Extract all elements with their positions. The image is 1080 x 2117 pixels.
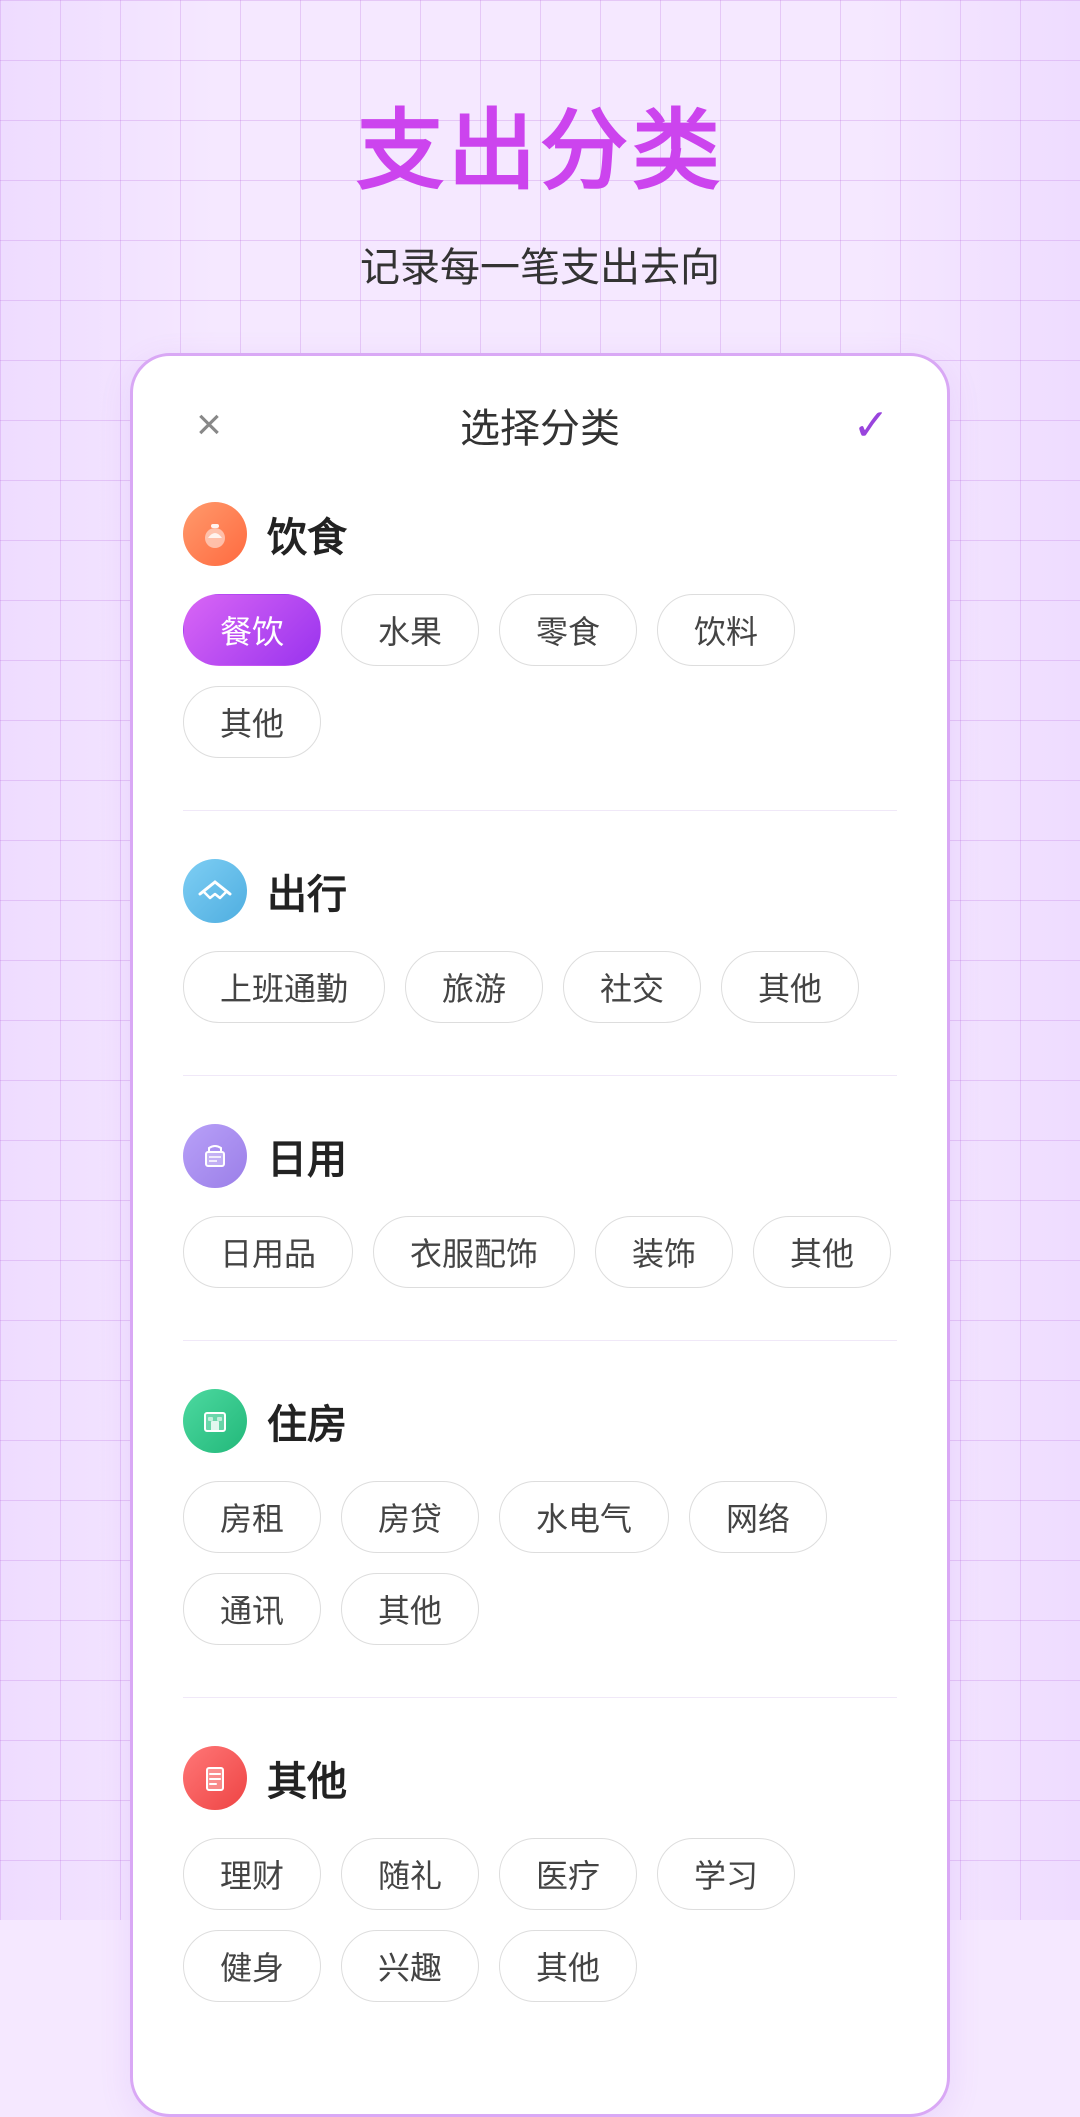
divider-1 xyxy=(183,810,897,811)
divider-4 xyxy=(183,1697,897,1698)
tag-internet[interactable]: 网络 xyxy=(689,1481,827,1553)
tag-telecom[interactable]: 通讯 xyxy=(183,1573,321,1645)
food-tags: 餐饮 水果 零食 饮料 其他 xyxy=(183,594,897,758)
other-tags: 理财 随礼 医疗 学习 健身 兴趣 其他 xyxy=(183,1838,897,2002)
tag-lingshi[interactable]: 零食 xyxy=(499,594,637,666)
travel-tags: 上班通勤 旅游 社交 其他 xyxy=(183,951,897,1023)
section-daily-header: 日用 xyxy=(183,1124,897,1188)
tag-clothing[interactable]: 衣服配饰 xyxy=(373,1216,575,1288)
tag-shuiguo[interactable]: 水果 xyxy=(341,594,479,666)
tag-gifts[interactable]: 随礼 xyxy=(341,1838,479,1910)
travel-icon xyxy=(183,859,247,923)
tag-finance[interactable]: 理财 xyxy=(183,1838,321,1910)
section-food-header: 饮食 xyxy=(183,502,897,566)
section-other-header: 其他 xyxy=(183,1746,897,1810)
category-card: × 选择分类 ✓ 饮食 餐饮 水果 零食 饮料 xyxy=(130,353,950,2117)
tag-yinliao[interactable]: 饮料 xyxy=(657,594,795,666)
tag-utilities[interactable]: 水电气 xyxy=(499,1481,669,1553)
tag-other-other[interactable]: 其他 xyxy=(499,1930,637,2002)
tag-canyin[interactable]: 餐饮 xyxy=(183,594,321,666)
section-travel: 出行 上班通勤 旅游 社交 其他 xyxy=(183,859,897,1023)
card-title: 选择分类 xyxy=(460,396,620,454)
housing-title: 住房 xyxy=(267,1392,347,1450)
tag-social[interactable]: 社交 xyxy=(563,951,701,1023)
divider-3 xyxy=(183,1340,897,1341)
page-subtitle: 记录每一笔支出去向 xyxy=(360,235,720,293)
food-icon xyxy=(183,502,247,566)
daily-title: 日用 xyxy=(267,1127,347,1185)
travel-title: 出行 xyxy=(267,862,347,920)
other-title: 其他 xyxy=(267,1749,347,1807)
tag-travel-other[interactable]: 其他 xyxy=(721,951,859,1023)
tag-daily-other[interactable]: 其他 xyxy=(753,1216,891,1288)
other-icon xyxy=(183,1746,247,1810)
tag-commute[interactable]: 上班通勤 xyxy=(183,951,385,1023)
section-housing-header: 住房 xyxy=(183,1389,897,1453)
tag-daily-goods[interactable]: 日用品 xyxy=(183,1216,353,1288)
tag-rent[interactable]: 房租 xyxy=(183,1481,321,1553)
daily-tags: 日用品 衣服配饰 装饰 其他 xyxy=(183,1216,897,1288)
section-travel-header: 出行 xyxy=(183,859,897,923)
tag-medical[interactable]: 医疗 xyxy=(499,1838,637,1910)
tag-housing-other[interactable]: 其他 xyxy=(341,1573,479,1645)
section-daily: 日用 日用品 衣服配饰 装饰 其他 xyxy=(183,1124,897,1288)
tag-tourism[interactable]: 旅游 xyxy=(405,951,543,1023)
section-other: 其他 理财 随礼 医疗 学习 健身 兴趣 其他 xyxy=(183,1746,897,2002)
housing-icon xyxy=(183,1389,247,1453)
daily-icon xyxy=(183,1124,247,1188)
tag-fitness[interactable]: 健身 xyxy=(183,1930,321,2002)
tag-mortgage[interactable]: 房贷 xyxy=(341,1481,479,1553)
tag-hobbies[interactable]: 兴趣 xyxy=(341,1930,479,2002)
tag-decor[interactable]: 装饰 xyxy=(595,1216,733,1288)
page-title: 支出分类 xyxy=(356,80,724,207)
tag-education[interactable]: 学习 xyxy=(657,1838,795,1910)
close-button[interactable]: × xyxy=(183,399,235,451)
food-title: 饮食 xyxy=(267,505,347,563)
card-header: × 选择分类 ✓ xyxy=(183,396,897,454)
page-content: 支出分类 记录每一笔支出去向 × 选择分类 ✓ 饮食 餐饮 xyxy=(0,0,1080,2117)
tag-food-other[interactable]: 其他 xyxy=(183,686,321,758)
section-housing: 住房 房租 房贷 水电气 网络 通讯 其他 xyxy=(183,1389,897,1645)
housing-tags: 房租 房贷 水电气 网络 通讯 其他 xyxy=(183,1481,897,1645)
section-food: 饮食 餐饮 水果 零食 饮料 其他 xyxy=(183,502,897,758)
confirm-button[interactable]: ✓ xyxy=(845,399,897,451)
divider-2 xyxy=(183,1075,897,1076)
